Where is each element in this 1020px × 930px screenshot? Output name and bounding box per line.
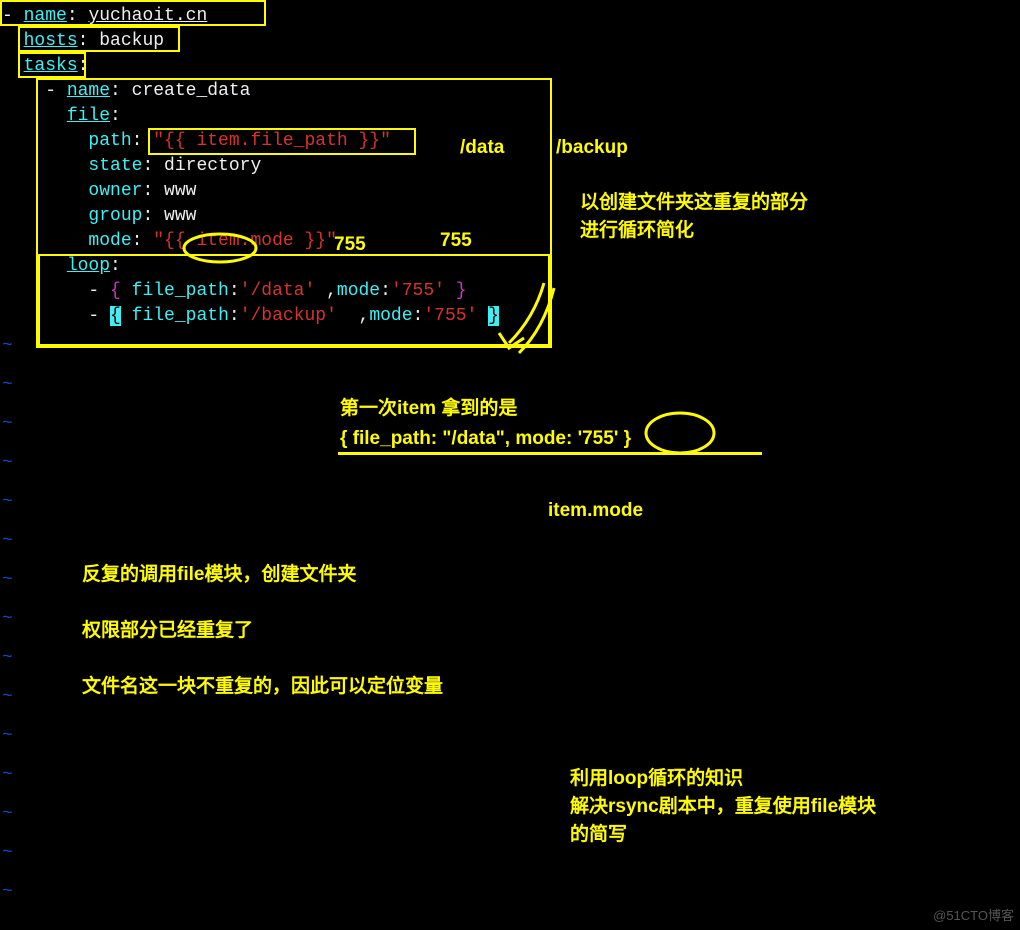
annotation-text: 利用loop循环的知识 [570, 766, 743, 793]
code-line: path: "{{ item.file_path }}" [2, 129, 1018, 154]
vim-tilde: ~ [0, 373, 13, 398]
code-line: owner: www [2, 179, 1018, 204]
annotation-text: 解决rsync剧本中，重复使用file模块 [570, 794, 876, 821]
vim-tilde: ~ [0, 490, 13, 515]
vim-tilde: ~ [0, 451, 13, 476]
code-line: mode: "{{ item.mode }}" [2, 229, 1018, 254]
vim-editor[interactable]: - name: yuchaoit.cn hosts: backup tasks:… [0, 0, 1020, 333]
annotation-text: item.mode [548, 498, 643, 525]
vim-tilde: ~ [0, 685, 13, 710]
annotation-text: { file_path: "/data", mode: '755' } [340, 426, 631, 453]
vim-tilde: ~ [0, 412, 13, 437]
code-line: - name: create_data [2, 79, 1018, 104]
vim-tilde: ~ [0, 724, 13, 749]
scribble-circle [640, 408, 720, 458]
vim-tilde: ~ [0, 334, 13, 359]
code-line: state: directory [2, 154, 1018, 179]
vim-tilde: ~ [0, 880, 13, 905]
annotation-text: 的简写 [570, 822, 627, 849]
code-line: - name: yuchaoit.cn [2, 4, 1018, 29]
vim-tilde: ~ [0, 607, 13, 632]
annotation-text: /backup [556, 135, 628, 162]
code-line: loop: [2, 254, 1018, 279]
annotation-text: 文件名这一块不重复的，因此可以定位变量 [82, 674, 443, 701]
vim-tilde: ~ [0, 646, 13, 671]
annotation-text: 755 [440, 228, 472, 255]
code-line: hosts: backup [2, 29, 1018, 54]
annotation-text: 以创建文件夹这重复的部分 [580, 190, 808, 217]
vim-tilde: ~ [0, 529, 13, 554]
underline [338, 452, 762, 455]
annotation-text: 反复的调用file模块，创建文件夹 [82, 562, 356, 589]
code-line: file: [2, 104, 1018, 129]
vim-tilde: ~ [0, 763, 13, 788]
watermark: @51CTO博客 [933, 905, 1014, 924]
annotation-text: 进行循环简化 [580, 218, 694, 245]
annotation-text: /data [460, 135, 504, 162]
annotation-text: 755 [334, 232, 366, 259]
vim-tilde: ~ [0, 802, 13, 827]
vim-tilde: ~ [0, 841, 13, 866]
annotation-text: 第一次item 拿到的是 [340, 396, 517, 423]
vim-tilde: ~ [0, 568, 13, 593]
code-line: tasks: [2, 54, 1018, 79]
code-line: - { file_path:'/data' ,mode:'755' } [2, 279, 1018, 304]
annotation-text: 权限部分已经重复了 [82, 618, 253, 645]
code-line: - { file_path:'/backup' ,mode:'755' } [2, 304, 1018, 329]
code-line: group: www [2, 204, 1018, 229]
